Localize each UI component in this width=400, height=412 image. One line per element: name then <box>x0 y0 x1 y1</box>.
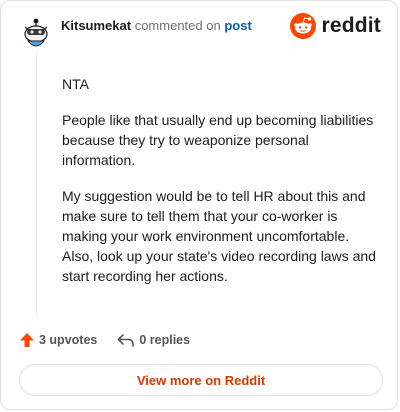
comment-paragraph: My suggestion would be to tell HR about … <box>62 188 376 284</box>
upvote-button[interactable]: 3 upvotes <box>19 332 97 348</box>
upvote-arrow-icon <box>20 333 34 347</box>
comment-paragraph: NTA <box>62 76 89 92</box>
comment-meta: Kitsumekat commented on post <box>61 18 252 34</box>
comment-paragraph: People like that usually end up becoming… <box>62 112 374 168</box>
comment-actions: 3 upvotes 0 replies <box>19 330 190 350</box>
reply-arrow-icon <box>118 334 135 347</box>
reply-count: 0 replies <box>139 333 191 347</box>
commented-on-label: commented on <box>134 18 221 33</box>
reddit-wordmark: reddit <box>321 14 381 37</box>
comment-body: NTA People like that usually end up beco… <box>62 74 380 302</box>
view-more-button[interactable]: View more on Reddit <box>19 364 383 396</box>
username[interactable]: Kitsumekat <box>61 18 131 33</box>
reddit-brand[interactable]: reddit <box>289 12 381 40</box>
comment-header: Kitsumekat commented on post reddit <box>19 12 381 53</box>
replies-button[interactable]: 0 replies <box>117 332 190 348</box>
reddit-logo-icon <box>290 13 317 39</box>
upvote-count: 3 upvotes <box>39 333 98 347</box>
thread-line <box>36 53 37 315</box>
snoo-avatar-icon[interactable] <box>19 17 53 51</box>
post-link[interactable]: post <box>224 18 251 33</box>
comment-embed-card: Kitsumekat commented on post reddit NTA … <box>0 0 398 410</box>
